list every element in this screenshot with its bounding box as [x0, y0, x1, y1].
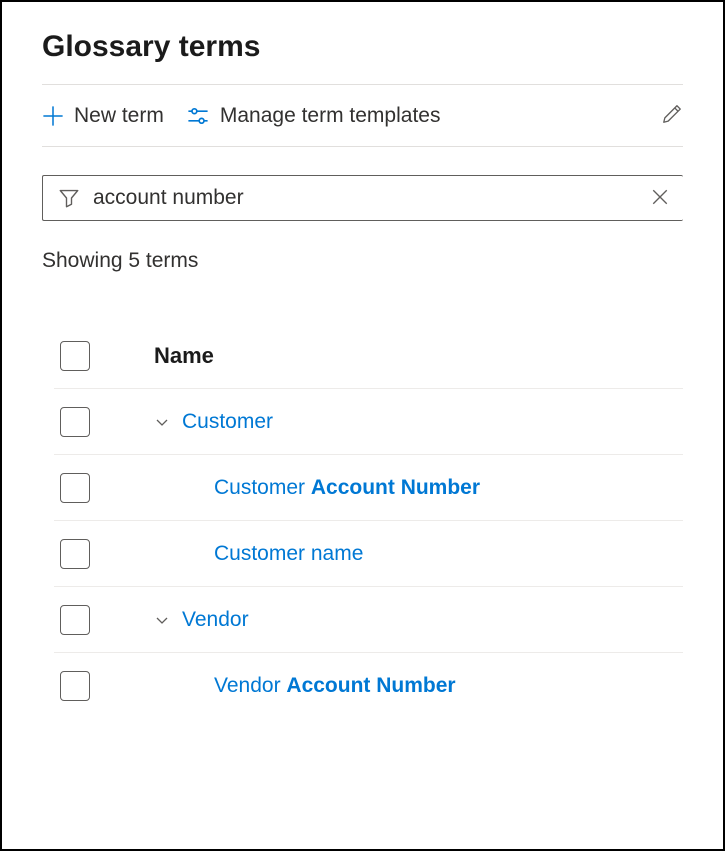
select-all-checkbox[interactable]: [60, 341, 90, 371]
sliders-icon: [186, 104, 210, 128]
new-term-label: New term: [74, 104, 164, 128]
table-row: Vendor: [54, 587, 683, 653]
pencil-icon: [661, 103, 683, 128]
table-row: Customer Account Number: [54, 455, 683, 521]
table-row: Vendor Account Number: [54, 653, 683, 719]
filter-row: [42, 175, 683, 221]
filter-input[interactable]: [93, 186, 647, 210]
row-checkbox[interactable]: [60, 473, 90, 503]
manage-templates-button[interactable]: Manage term templates: [186, 104, 441, 128]
row-checkbox[interactable]: [60, 539, 90, 569]
manage-templates-label: Manage term templates: [220, 104, 441, 128]
row-checkbox[interactable]: [60, 605, 90, 635]
term-link-customer[interactable]: Customer: [182, 410, 273, 434]
page-title: Glossary terms: [42, 30, 683, 64]
filter-icon: [59, 188, 79, 208]
plus-icon: [42, 105, 64, 127]
table-row: Customer: [54, 389, 683, 455]
divider: [42, 146, 683, 147]
terms-table: Name Customer Customer Account Number: [54, 323, 683, 719]
term-link-vendor[interactable]: Vendor: [182, 608, 249, 632]
chevron-down-icon[interactable]: [154, 414, 170, 430]
clear-filter-button[interactable]: [647, 184, 673, 213]
row-checkbox[interactable]: [60, 671, 90, 701]
edit-button[interactable]: [661, 103, 683, 128]
table-row: Customer name: [54, 521, 683, 587]
result-count: Showing 5 terms: [42, 249, 683, 273]
term-link-customer-account-number[interactable]: Customer Account Number: [214, 476, 480, 500]
close-icon: [651, 188, 669, 209]
chevron-down-icon[interactable]: [154, 612, 170, 628]
row-checkbox[interactable]: [60, 407, 90, 437]
term-link-customer-name[interactable]: Customer name: [214, 542, 363, 566]
term-link-vendor-account-number[interactable]: Vendor Account Number: [214, 674, 456, 698]
column-header-name[interactable]: Name: [144, 343, 683, 369]
toolbar: New term Manage term templates: [42, 85, 683, 146]
table-header-row: Name: [54, 323, 683, 389]
new-term-button[interactable]: New term: [42, 104, 164, 128]
